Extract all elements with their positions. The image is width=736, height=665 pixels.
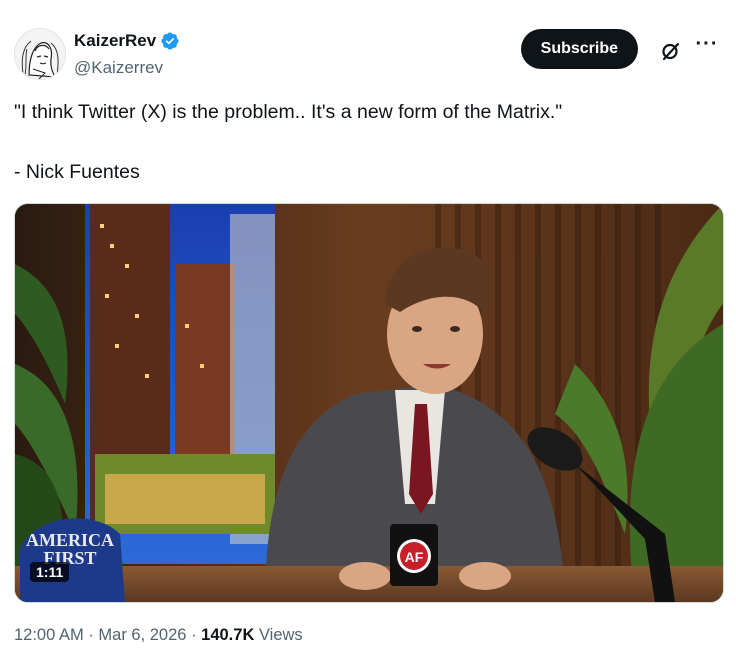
mug-logo-text: AF [405, 549, 424, 565]
grok-icon[interactable] [660, 40, 682, 62]
tweet-quote-line: "I think Twitter (X) is the problem.. It… [14, 101, 563, 123]
views-label: Views [258, 626, 303, 644]
author-avatar[interactable] [14, 28, 66, 80]
tweet-attribution-line: - Nick Fuentes [14, 161, 140, 183]
views-count[interactable]: 140.7K [201, 626, 254, 644]
author-display-name[interactable]: KaizerRev [74, 30, 156, 52]
video-duration-badge: 1:11 [30, 562, 70, 582]
video-thumbnail: AF AMERICA FIRST [15, 204, 723, 602]
tweet-time[interactable]: 12:00 AM [14, 626, 84, 644]
more-options-icon[interactable]: ··· [694, 33, 720, 59]
meta-separator: · [191, 626, 197, 644]
video-player[interactable]: AF AMERICA FIRST 1:11 [14, 203, 724, 603]
tweet-date[interactable]: Mar 6, 2026 [98, 626, 186, 644]
meta-separator: · [88, 626, 94, 644]
tweet-meta: 12:00 AM · Mar 6, 2026 · 140.7K Views [14, 624, 303, 646]
verified-badge-icon[interactable] [160, 31, 180, 51]
author-names: KaizerRev @Kaizerrev [74, 30, 180, 79]
cap-text-line1: AMERICA [26, 530, 114, 550]
tweet-header: KaizerRev @Kaizerrev Subscribe ··· [14, 26, 720, 82]
subscribe-button[interactable]: Subscribe [520, 29, 638, 69]
tweet-text: "I think Twitter (X) is the problem.. It… [14, 99, 714, 185]
author-handle[interactable]: @Kaizerrev [74, 57, 180, 79]
